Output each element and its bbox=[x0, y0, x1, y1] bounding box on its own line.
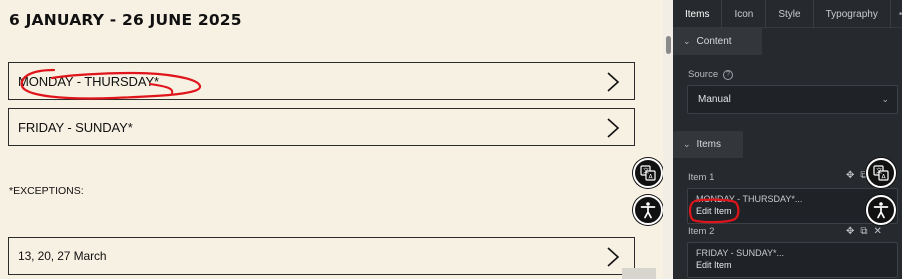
source-label-text: Source bbox=[688, 69, 719, 80]
item-2-card[interactable]: FRIDAY - SUNDAY*... Edit Item bbox=[687, 242, 898, 278]
accordion-label: 13, 20, 27 March bbox=[18, 249, 107, 263]
accessibility-icon bbox=[873, 202, 889, 219]
accordion-monday-thursday[interactable]: MONDAY - THURSDAY* bbox=[8, 62, 635, 100]
section-items-label: Items bbox=[696, 139, 721, 150]
editor-panel: Items Icon Style Typography ••• ⌄ Conten… bbox=[673, 0, 902, 279]
accessibility-button[interactable] bbox=[633, 195, 663, 225]
item-2-title: FRIDAY - SUNDAY*... bbox=[696, 248, 785, 258]
chevron-down-icon: ⌄ bbox=[881, 94, 889, 104]
chevron-right-icon bbox=[607, 118, 620, 138]
tab-style[interactable]: Style bbox=[766, 0, 814, 28]
accordion-label: MONDAY - THURSDAY* bbox=[18, 73, 159, 89]
panel-tabs: Items Icon Style Typography ••• bbox=[673, 0, 902, 28]
exceptions-label: *EXCEPTIONS: bbox=[9, 185, 84, 197]
item-2-label: Item 2 bbox=[688, 226, 715, 237]
section-content-toggle[interactable]: ⌄ Content bbox=[673, 28, 762, 55]
translate-icon: 文 A bbox=[873, 165, 889, 181]
chevron-right-icon bbox=[607, 247, 620, 267]
chevron-right-icon bbox=[607, 72, 620, 92]
tab-items[interactable]: Items bbox=[673, 0, 723, 28]
help-icon[interactable]: ? bbox=[723, 69, 734, 80]
page-title: 6 JANUARY - 26 JUNE 2025 bbox=[9, 11, 242, 29]
close-icon[interactable]: ✕ bbox=[874, 226, 882, 237]
translate-button[interactable]: 文 A bbox=[633, 158, 663, 188]
resize-corner bbox=[622, 268, 656, 279]
more-tabs-icon[interactable]: ••• bbox=[891, 0, 902, 28]
chevron-down-icon: ⌄ bbox=[683, 36, 691, 46]
item-1-tools: ✥ ⧉ bbox=[846, 170, 868, 181]
item-1-label: Item 1 bbox=[688, 172, 715, 183]
accessibility-button[interactable] bbox=[866, 195, 896, 225]
page-canvas: 6 JANUARY - 26 JUNE 2025 MONDAY - THURSD… bbox=[0, 0, 663, 279]
copy-icon[interactable]: ⧉ bbox=[860, 226, 867, 237]
translate-button[interactable]: 文 A bbox=[866, 158, 896, 188]
accordion-label: FRIDAY - SUNDAY* bbox=[18, 119, 133, 135]
accordion-friday-sunday[interactable]: FRIDAY - SUNDAY* bbox=[8, 108, 635, 146]
tab-typography[interactable]: Typography bbox=[814, 0, 891, 28]
move-icon[interactable]: ✥ bbox=[846, 226, 854, 237]
source-label: Source ? bbox=[688, 69, 734, 80]
translate-icon: 文 A bbox=[640, 165, 656, 181]
chevron-down-icon: ⌄ bbox=[683, 139, 691, 149]
tab-icon[interactable]: Icon bbox=[722, 0, 767, 28]
accordion-march-dates[interactable]: 13, 20, 27 March bbox=[8, 237, 635, 275]
source-select-value: Manual bbox=[698, 94, 731, 105]
source-select[interactable]: Manual ⌄ bbox=[687, 85, 898, 114]
item-2-tools: ✥ ⧉ ✕ bbox=[846, 226, 882, 237]
item-1-title: MONDAY - THURSDAY*... bbox=[696, 194, 803, 204]
section-content-label: Content bbox=[696, 36, 732, 47]
accessibility-icon bbox=[640, 202, 656, 219]
item-2-edit-link[interactable]: Edit Item bbox=[696, 260, 889, 270]
item-1-edit-link[interactable]: Edit Item bbox=[696, 206, 889, 216]
scrollbar-thumb[interactable] bbox=[666, 36, 671, 54]
move-icon[interactable]: ✥ bbox=[846, 170, 854, 181]
section-items-toggle[interactable]: ⌄ Items bbox=[673, 131, 743, 158]
